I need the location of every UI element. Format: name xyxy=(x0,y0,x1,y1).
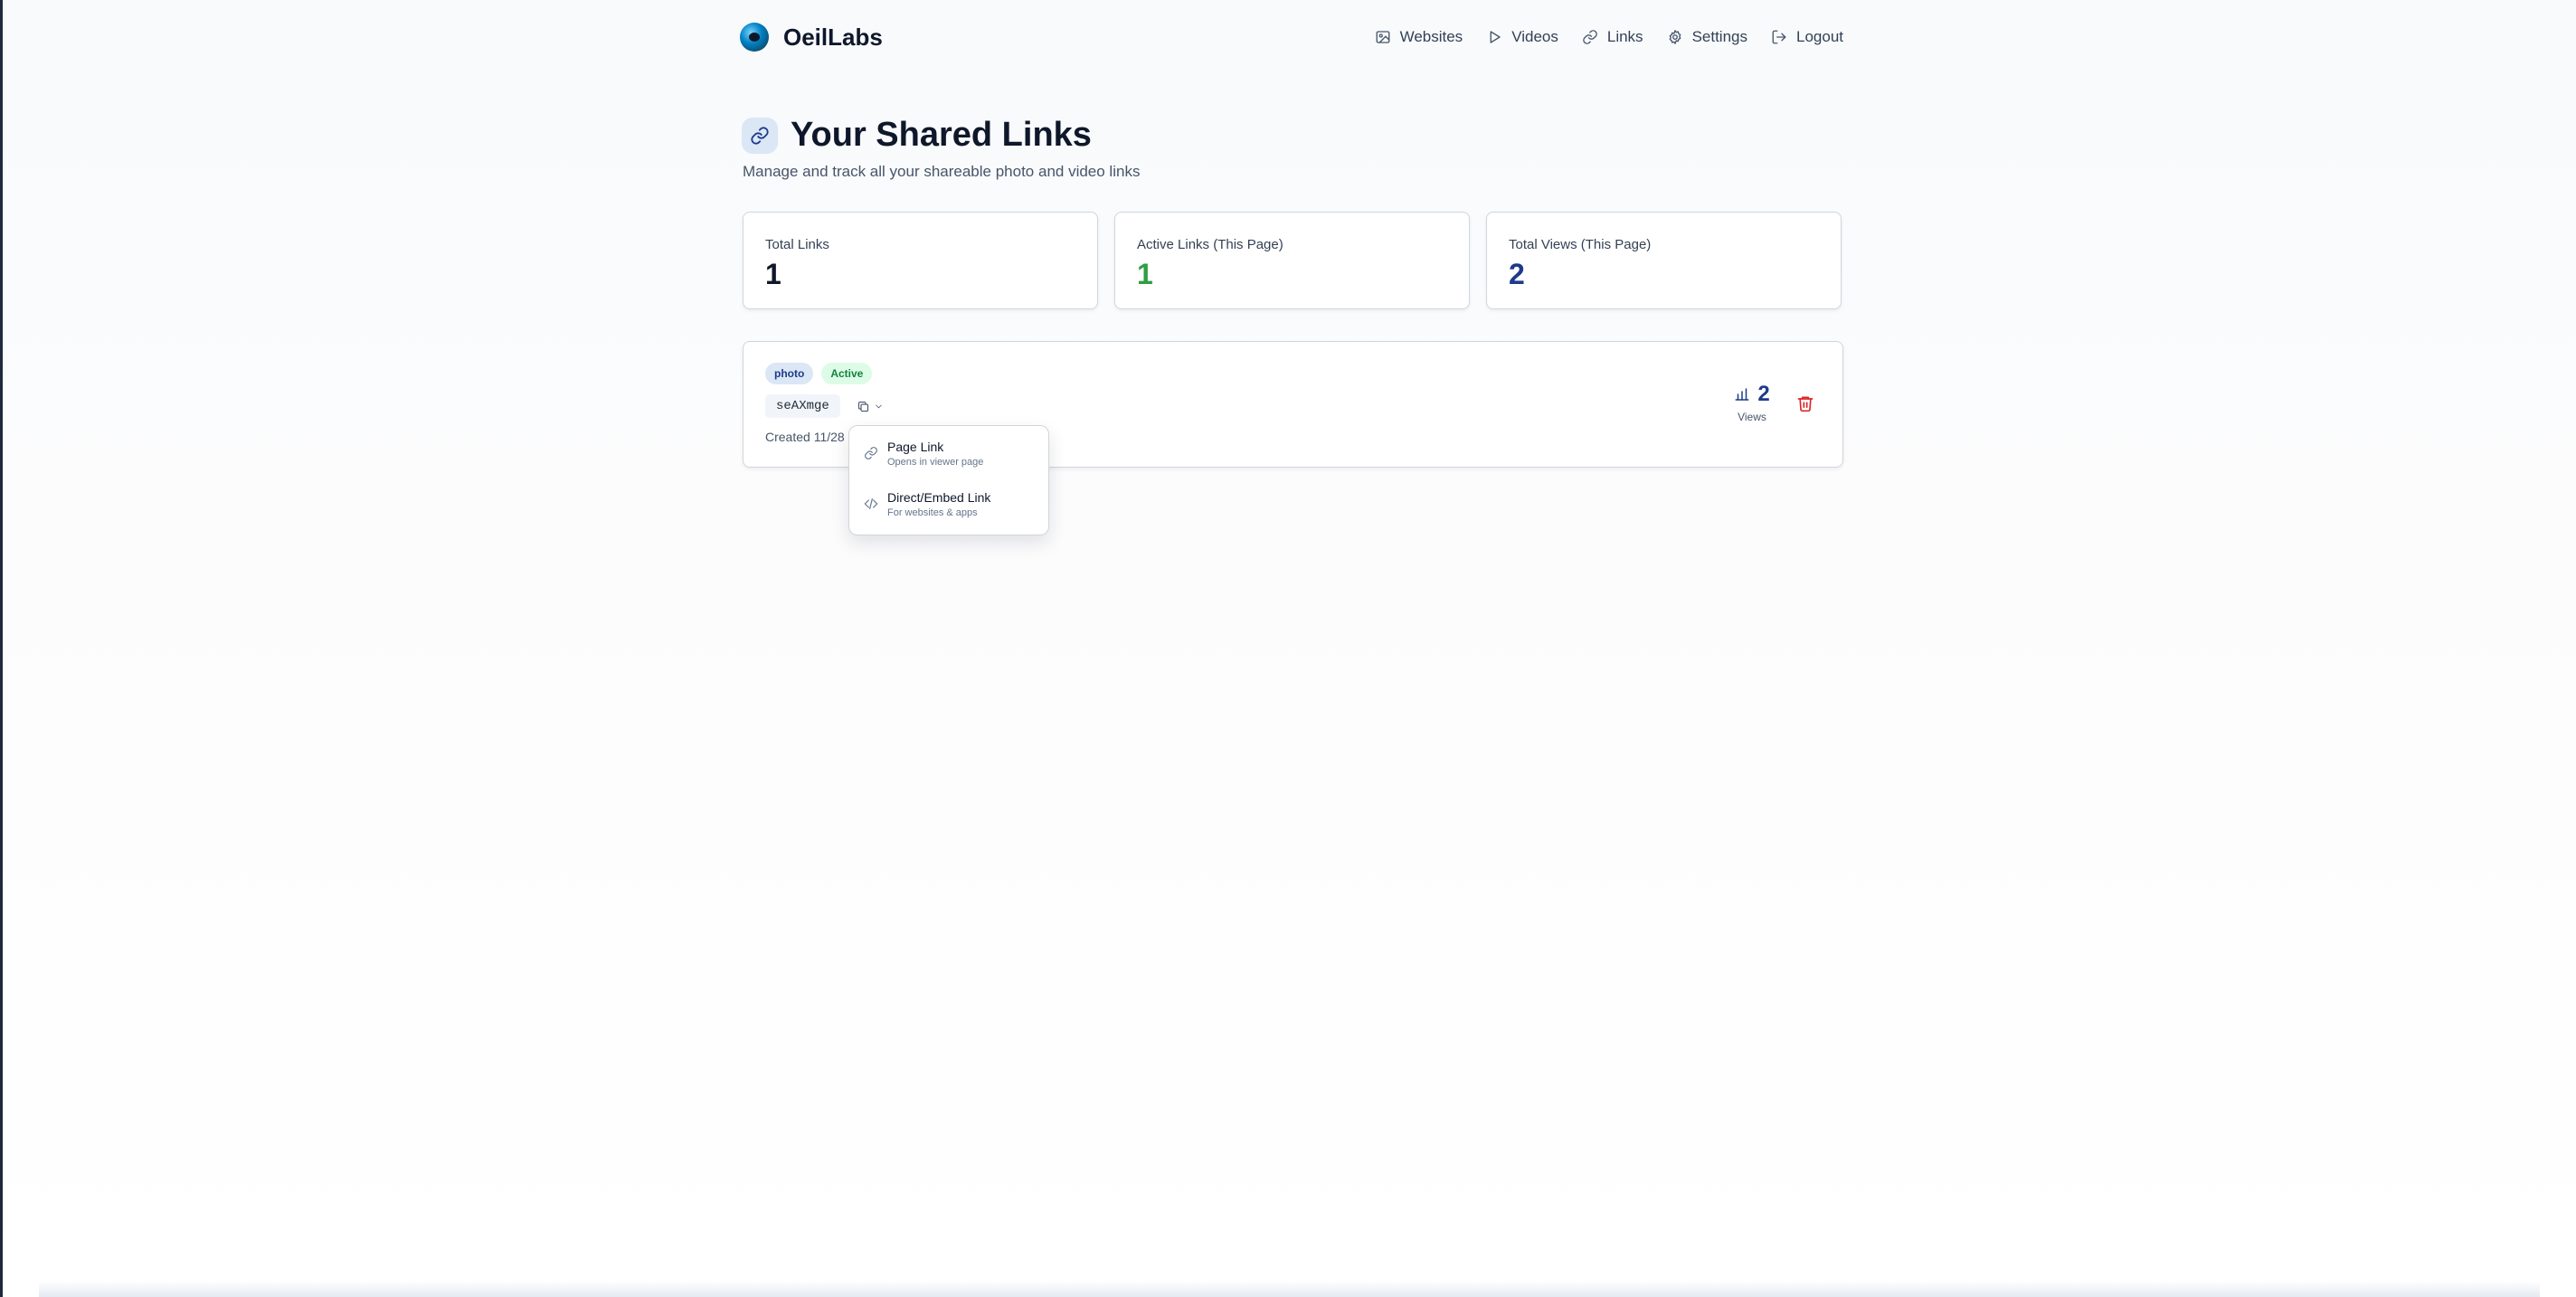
stat-label: Active Links (This Page) xyxy=(1137,237,1283,252)
copy-icon xyxy=(857,401,868,412)
views-label: Views xyxy=(1738,411,1766,423)
link-badges: photo Active xyxy=(765,363,873,384)
status-badge: Active xyxy=(821,363,873,384)
stat-label: Total Links xyxy=(765,237,829,252)
link-icon xyxy=(1583,30,1597,44)
stat-value: 1 xyxy=(1137,258,1153,290)
bar-chart-icon xyxy=(1735,388,1749,401)
logo-icon xyxy=(740,23,769,52)
views-stat: 2 Views xyxy=(1725,382,1779,423)
stat-card-total-views: Total Views (This Page) 2 xyxy=(1486,212,1842,309)
main-nav: Websites Videos Links Settings Logout xyxy=(1375,28,1843,46)
nav-label-videos: Videos xyxy=(1511,28,1558,45)
page-subtitle: Manage and track all your shareable phot… xyxy=(743,163,1141,180)
nav-label-websites: Websites xyxy=(1399,28,1463,45)
menu-item-desc: Opens in viewer page xyxy=(887,457,984,468)
title-link-badge xyxy=(742,117,778,154)
nav-label-settings: Settings xyxy=(1691,28,1747,45)
link-icon xyxy=(751,126,769,145)
brand[interactable]: OeilLabs xyxy=(740,23,883,52)
menu-item-embed-link[interactable]: Direct/Embed Link For websites & apps xyxy=(855,484,1043,520)
code-icon xyxy=(864,498,878,509)
type-badge: photo xyxy=(765,363,814,384)
play-icon xyxy=(1490,31,1501,43)
created-date: Created 11/28 xyxy=(765,430,845,444)
copy-link-button[interactable] xyxy=(851,396,889,417)
link-code: seAXmge xyxy=(765,394,840,418)
stat-card-total-links: Total Links 1 xyxy=(743,212,1098,309)
menu-item-page-link[interactable]: Page Link Opens in viewer page xyxy=(855,433,1043,469)
nav-item-logout[interactable]: Logout xyxy=(1771,28,1843,46)
stat-label: Total Views (This Page) xyxy=(1509,237,1652,252)
trash-icon xyxy=(1797,396,1814,412)
top-header: OeilLabs Websites Videos Links Settings … xyxy=(740,18,1843,56)
menu-item-title: Direct/Embed Link xyxy=(887,490,991,505)
copy-link-menu: Page Link Opens in viewer page Direct/Em… xyxy=(848,425,1049,535)
views-count: 2 xyxy=(1757,382,1770,406)
page-title: Your Shared Links xyxy=(791,116,1092,154)
nav-label-links: Links xyxy=(1606,28,1643,45)
gear-icon xyxy=(1669,30,1681,44)
nav-item-settings[interactable]: Settings xyxy=(1667,28,1747,46)
menu-item-title: Page Link xyxy=(887,440,944,454)
chevron-down-icon xyxy=(876,404,882,408)
brand-name: OeilLabs xyxy=(783,23,883,51)
delete-link-button[interactable] xyxy=(1795,393,1816,414)
nav-item-links[interactable]: Links xyxy=(1582,28,1643,46)
link-icon xyxy=(865,447,877,459)
nav-label-logout: Logout xyxy=(1796,28,1843,45)
stat-value: 2 xyxy=(1509,258,1525,290)
nav-item-websites[interactable]: Websites xyxy=(1375,28,1463,46)
link-code-row: seAXmge xyxy=(765,394,889,418)
nav-item-videos[interactable]: Videos xyxy=(1486,28,1558,46)
stat-value: 1 xyxy=(765,258,781,290)
logout-icon xyxy=(1772,30,1786,44)
image-icon xyxy=(1376,31,1390,43)
app-window: OeilLabs Websites Videos Links Settings … xyxy=(3,0,2576,1297)
menu-item-desc: For websites & apps xyxy=(887,507,978,518)
bottom-fade xyxy=(39,1281,2540,1297)
stat-card-active-links: Active Links (This Page) 1 xyxy=(1114,212,1470,309)
page-title-row: Your Shared Links xyxy=(742,116,1092,155)
